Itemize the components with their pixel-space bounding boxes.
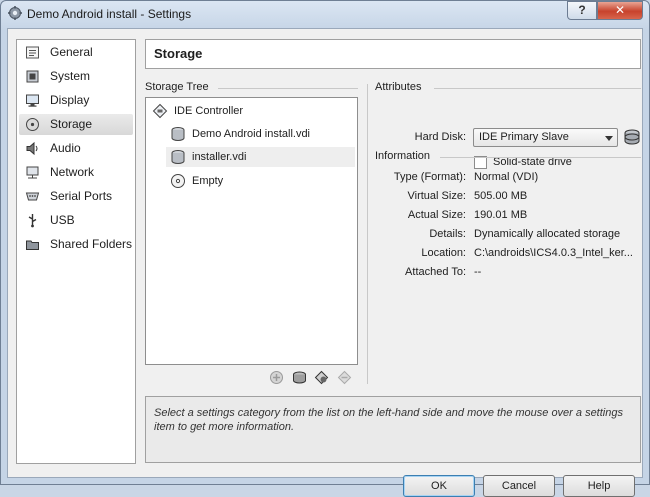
info-attached-to-value: -- [474, 266, 482, 278]
add-disk-icon[interactable] [314, 370, 329, 385]
storage-tree-label: Storage Tree [145, 81, 209, 93]
hard-disk-icon [171, 127, 185, 141]
information-label: Information [375, 150, 431, 162]
title-close-button[interactable]: ✕ [597, 1, 643, 20]
category-network[interactable]: Network [19, 162, 133, 183]
chevron-down-icon [605, 136, 613, 141]
category-label: Audio [50, 141, 81, 155]
remove-attachment-icon[interactable] [337, 370, 352, 385]
choose-disk-icon[interactable] [623, 128, 641, 146]
tree-node-label: Empty [192, 175, 224, 187]
audio-icon [26, 141, 38, 156]
category-label: System [50, 69, 91, 83]
category-general[interactable]: General [19, 42, 133, 63]
hard-disk-value: IDE Primary Slave [479, 131, 569, 143]
hard-disk-label: Hard Disk: [414, 131, 466, 143]
tree-node-installer-vdi[interactable]: installer.vdi [166, 147, 355, 167]
title-bar[interactable]: Demo Android install - Settings ? ✕ [1, 1, 649, 27]
information-divider [440, 157, 641, 158]
dialog-client-area: General System Display Storage Audio Net… [7, 28, 643, 497]
page-title-box: Storage [145, 39, 641, 69]
category-serial-ports[interactable]: Serial Ports [19, 186, 133, 207]
title-help-button[interactable]: ? [567, 1, 597, 20]
category-label: Network [50, 165, 95, 179]
category-list[interactable]: General System Display Storage Audio Net… [16, 39, 136, 464]
category-system[interactable]: System [19, 66, 133, 87]
ok-button[interactable]: OK [403, 475, 475, 497]
storage-icon [26, 118, 39, 131]
info-actual-size-value: 190.01 MB [474, 209, 528, 221]
cancel-button[interactable]: Cancel [483, 475, 555, 497]
info-virtual-size-value: 505.00 MB [474, 190, 528, 202]
category-audio[interactable]: Audio [19, 138, 133, 159]
ide-controller-icon [152, 103, 168, 119]
page-title: Storage [154, 46, 203, 61]
settings-window: Demo Android install - Settings ? ✕ Gene… [0, 0, 650, 497]
category-storage[interactable]: Storage [19, 114, 133, 135]
add-controller-icon[interactable] [269, 370, 284, 385]
tree-node-label: Demo Android install.vdi [192, 128, 311, 140]
category-usb[interactable]: USB [19, 210, 133, 231]
usb-icon [28, 214, 37, 228]
info-attached-to-label: Attached To: [405, 266, 466, 278]
serial-ports-icon [25, 192, 40, 201]
shared-folders-icon [26, 240, 39, 250]
system-icon [26, 70, 39, 83]
info-details-label: Details: [429, 228, 466, 240]
network-icon [26, 166, 39, 179]
info-virtual-size-label: Virtual Size: [407, 190, 467, 202]
info-location-label: Location: [421, 247, 466, 259]
info-location-value: C:\androids\ICS4.0.3_Intel_ker... [474, 247, 633, 259]
category-label: Serial Ports [50, 189, 113, 203]
add-attachment-icon[interactable] [292, 370, 307, 385]
tree-node-label: IDE Controller [174, 105, 244, 117]
info-actual-size-label: Actual Size: [407, 209, 466, 221]
display-icon [26, 94, 39, 107]
category-shared-folders[interactable]: Shared Folders [19, 234, 133, 255]
info-hint-text: Select a settings category from the list… [154, 407, 623, 433]
category-label: Storage [50, 117, 93, 131]
info-type-label: Type (Format): [393, 171, 466, 183]
tree-node-ide-controller[interactable]: IDE Controller [152, 101, 352, 121]
optical-disc-icon [171, 174, 185, 188]
attributes-label: Attributes [375, 81, 422, 93]
storage-tree-divider [218, 88, 358, 89]
virtualbox-gear-icon [8, 6, 22, 20]
window-title: Demo Android install - Settings [27, 7, 192, 21]
info-details-value: Dynamically allocated storage [474, 228, 621, 240]
category-label: General [50, 45, 93, 59]
category-display[interactable]: Display [19, 90, 133, 111]
hard-disk-icon [171, 150, 185, 164]
attributes-divider [434, 88, 641, 89]
info-hint-box: Select a settings category from the list… [145, 396, 641, 463]
hard-disk-select[interactable]: IDE Primary Slave [473, 128, 618, 147]
tree-node-label: installer.vdi [192, 151, 247, 163]
info-type-value: Normal (VDI) [474, 171, 539, 183]
help-button[interactable]: Help [563, 475, 635, 497]
general-icon [26, 46, 39, 59]
category-label: USB [50, 213, 75, 227]
category-label: Display [50, 93, 90, 107]
category-label: Shared Folders [50, 237, 133, 251]
